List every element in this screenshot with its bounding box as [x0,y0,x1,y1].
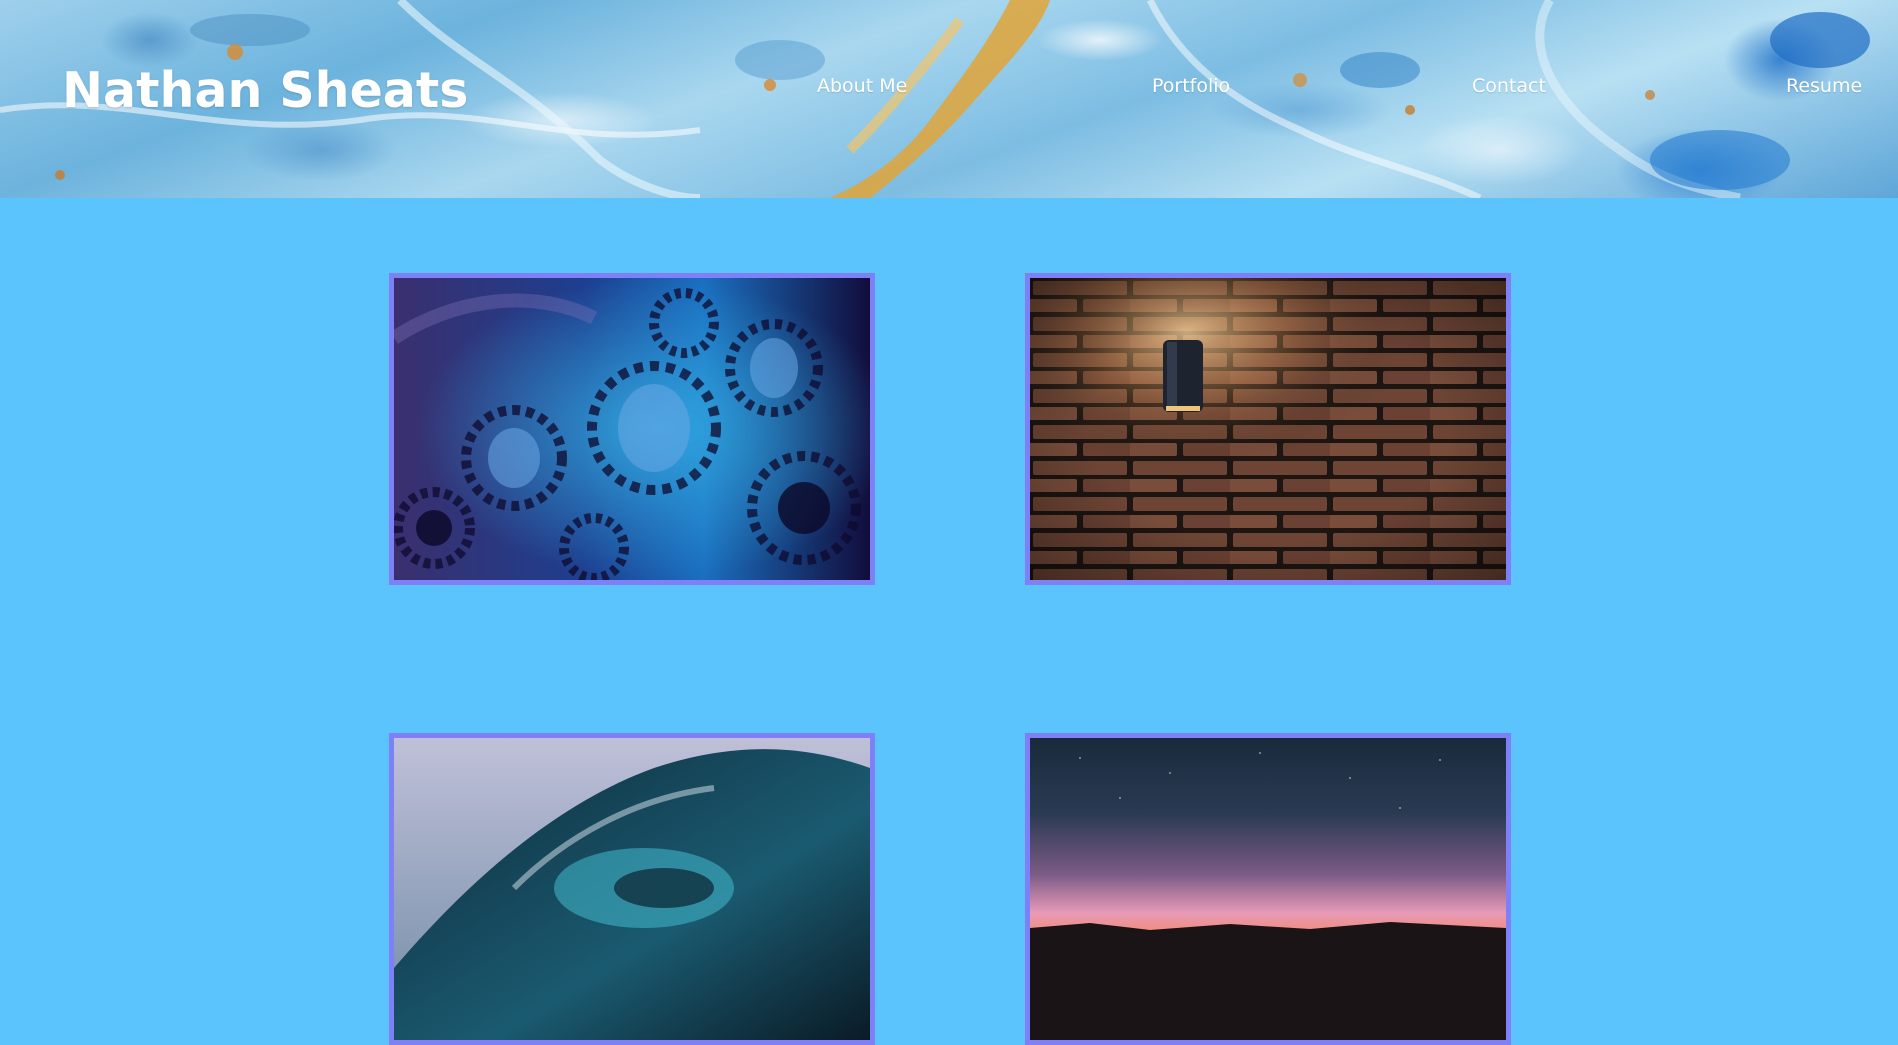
nav-link-resume[interactable]: Resume [1786,75,1862,97]
nav-link-portfolio[interactable]: Portfolio [1152,75,1230,97]
portfolio-card-gears[interactable] [389,273,875,585]
nav-link-contact[interactable]: Contact [1472,75,1546,97]
site-title: Nathan Sheats [62,62,469,119]
brick-wall-lamp-image [1030,278,1506,580]
ocean-wave-image [394,738,870,1040]
sunset-horizon-image [1030,738,1506,1040]
gears-image [394,278,870,580]
nav-link-about-me[interactable]: About Me [817,75,907,97]
portfolio-card-brick-wall[interactable] [1025,273,1511,585]
portfolio-card-ocean-wave[interactable] [389,733,875,1045]
site-header: Nathan Sheats About Me Portfolio Contact… [0,0,1898,198]
portfolio-card-sunset[interactable] [1025,733,1511,1045]
